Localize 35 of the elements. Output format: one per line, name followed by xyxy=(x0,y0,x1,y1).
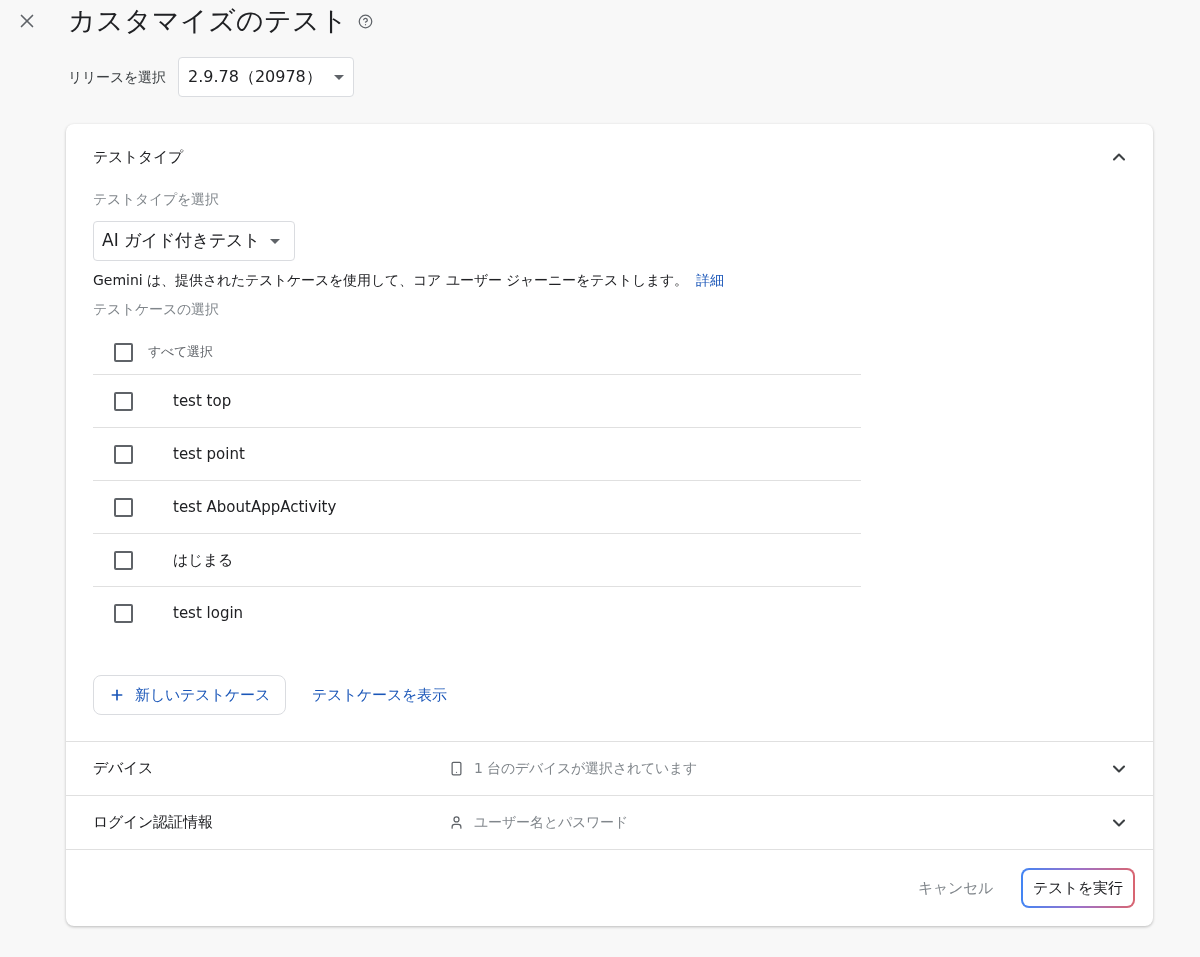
section-title: テストタイプ xyxy=(93,146,183,168)
select-all-label[interactable]: すべて選択 xyxy=(148,342,213,362)
run-test-button[interactable]: テストを実行 xyxy=(1021,868,1135,908)
person-icon xyxy=(449,815,464,830)
checkbox[interactable] xyxy=(114,497,133,517)
field-label: テストタイプを選択 xyxy=(93,190,220,209)
new-test-case-button[interactable]: 新しいテストケース xyxy=(93,675,286,715)
dropdown-caret-icon xyxy=(270,238,281,244)
test-case-label[interactable]: はじまる xyxy=(173,548,233,572)
checkbox[interactable] xyxy=(114,550,133,570)
checkbox[interactable] xyxy=(114,391,133,411)
checkbox[interactable] xyxy=(114,444,133,464)
page-title: カスタマイズのテスト xyxy=(68,3,348,38)
test-case-label[interactable]: test AboutAppActivity xyxy=(173,495,337,519)
phone-icon xyxy=(449,761,464,776)
section-title: ログイン認証情報 xyxy=(93,812,214,834)
help-icon[interactable] xyxy=(358,13,373,29)
field-label: テストケースの選択 xyxy=(93,300,220,319)
details-link[interactable]: 詳細 xyxy=(696,270,725,291)
test-case-label[interactable]: test login xyxy=(173,602,244,625)
checkbox[interactable] xyxy=(114,342,133,362)
test-type-dropdown[interactable]: AI ガイド付きテスト xyxy=(93,221,295,261)
section-summary: 1 台のデバイスが選択されています xyxy=(474,759,698,778)
release-dropdown[interactable]: 2.9.78（20978） xyxy=(178,57,354,97)
cancel-button[interactable]: キャンセル xyxy=(918,876,993,900)
section-title: デバイス xyxy=(93,758,154,780)
description-text: Gemini は、提供されたテストケースを使用して、コア ユーザー ジャーニーをテストします。 xyxy=(93,271,689,290)
test-case-label[interactable]: test point xyxy=(173,442,245,466)
plus-icon xyxy=(109,687,125,703)
checkbox[interactable] xyxy=(114,604,133,623)
section-summary: ユーザー名とパスワード xyxy=(474,813,628,832)
view-test-cases-link[interactable]: テストケースを表示 xyxy=(312,683,447,707)
test-case-label[interactable]: test top xyxy=(173,389,232,413)
release-label: リリースを選択 xyxy=(68,67,166,87)
dropdown-caret-icon xyxy=(334,74,344,80)
